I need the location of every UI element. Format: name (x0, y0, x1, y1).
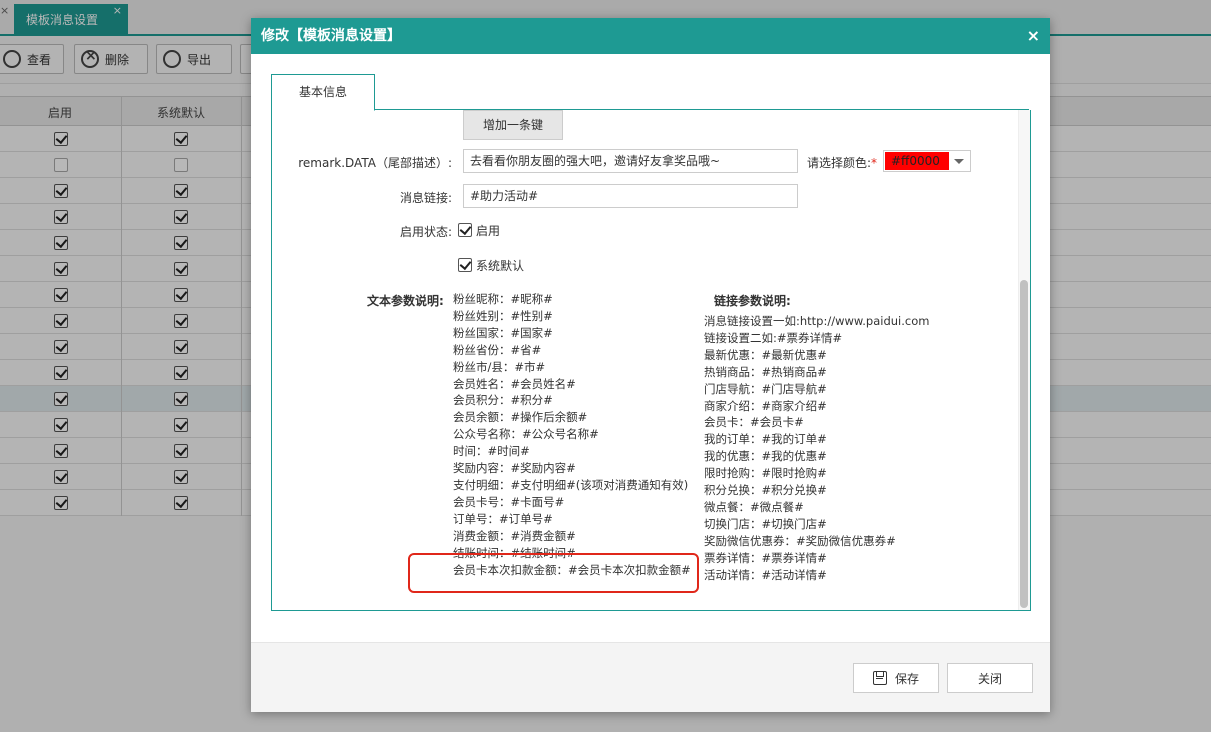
add-key-button[interactable]: 增加一条键 (463, 110, 563, 140)
list-item: 会员姓名：#会员姓名# (453, 376, 576, 391)
list-item: 奖励内容：#奖励内容# (453, 461, 576, 476)
system-default-label: 系统默认 (476, 259, 525, 273)
list-item: 消息链接设置一如:http://www.paidui.com (704, 314, 930, 328)
list-item: 会员卡号：#卡面号# (453, 494, 565, 509)
list-item: 我的优惠：#我的优惠# (704, 449, 827, 464)
link-input[interactable]: #助力活动# (463, 184, 798, 208)
form-panel: 增加一条键 remark.DATA（尾部描述）: 去看看你朋友圈的强大吧，邀请好… (271, 110, 1031, 611)
highlight-annotation (408, 553, 699, 593)
text-params-title: 文本参数说明: (367, 294, 444, 308)
close-icon[interactable]: × (1027, 18, 1040, 54)
color-swatch: #ff0000 (885, 152, 949, 170)
enabled-checkbox[interactable] (458, 223, 472, 237)
dialog-header: 修改【模板消息设置】 × (251, 18, 1050, 54)
list-item: 会员积分：#积分# (453, 393, 553, 408)
save-button[interactable]: 保存 (853, 663, 939, 693)
list-item: 活动详情：#活动详情# (704, 567, 827, 582)
list-item: 切换门店：#切换门店# (704, 516, 827, 531)
save-label: 保存 (894, 671, 919, 686)
list-item: 最新优惠：#最新优惠# (704, 347, 827, 362)
status-label: 启用状态: (399, 225, 452, 239)
list-item: 粉丝市/县：#市# (453, 359, 546, 374)
color-label: 请选择颜色:* (806, 156, 877, 170)
list-item: 会员卡：#会员卡# (704, 415, 804, 430)
list-item: 积分兑换：#积分兑换# (704, 483, 827, 498)
list-item: 订单号：#订单号# (453, 511, 553, 526)
list-item: 粉丝昵称：#昵称# (453, 292, 553, 306)
link-params-list: 消息链接设置一如:http://www.paidui.com 链接设置二如:#票券… (704, 313, 929, 584)
enabled-label: 启用 (476, 224, 501, 238)
tab-strip: 基本信息 (271, 74, 1029, 111)
close-button[interactable]: 关闭 (947, 663, 1033, 693)
dialog-footer: 保存 关闭 (251, 643, 1050, 712)
list-item: 公众号名称：#公众号名称# (453, 427, 599, 442)
list-item: 粉丝国家：#国家# (453, 325, 553, 340)
list-item: 票券详情：#票券详情# (704, 550, 827, 565)
list-item: 链接设置二如:#票券详情# (704, 330, 843, 345)
scrollbar-thumb[interactable] (1020, 280, 1028, 608)
remark-label: remark.DATA（尾部描述）: (298, 156, 452, 170)
list-item: 奖励微信优惠券：#奖励微信优惠券# (704, 533, 896, 548)
chevron-down-icon (954, 159, 964, 164)
link-params-title: 链接参数说明: (714, 294, 791, 308)
link-label: 消息链接: (399, 191, 452, 205)
save-icon (872, 671, 887, 685)
dialog-title: 修改【模板消息设置】 (261, 28, 401, 44)
list-item: 粉丝省份：#省# (453, 342, 542, 357)
system-default-checkbox[interactable] (458, 258, 472, 272)
list-item: 粉丝姓别：#性别# (453, 308, 553, 323)
tab-basic-info[interactable]: 基本信息 (271, 74, 375, 111)
color-picker[interactable]: #ff0000 (883, 150, 971, 172)
list-item: 微点餐：#微点餐# (704, 499, 804, 514)
list-item: 支付明细：#支付明细#(该项对消费通知有效) (453, 477, 689, 492)
list-item: 会员余额：#操作后余额# (453, 410, 588, 425)
list-item: 限时抢购：#限时抢购# (704, 466, 827, 481)
list-item: 消费金额：#消费金额# (453, 528, 576, 543)
edit-dialog: 修改【模板消息设置】 × 基本信息 增加一条键 remark.DATA（尾部描述… (251, 18, 1050, 712)
remark-input[interactable]: 去看看你朋友圈的强大吧，邀请好友拿奖品哦~ (463, 149, 798, 173)
list-item: 我的订单：#我的订单# (704, 432, 827, 447)
list-item: 门店导航：#门店导航# (704, 381, 827, 396)
text-params-list: 粉丝昵称：#昵称# 粉丝姓别：#性别# 粉丝国家：#国家# 粉丝省份：#省# 粉丝市/县… (453, 291, 691, 578)
list-item: 时间：#时间# (453, 444, 530, 459)
list-item: 商家介绍：#商家介绍# (704, 398, 827, 413)
list-item: 热销商品：#热销商品# (704, 364, 827, 379)
